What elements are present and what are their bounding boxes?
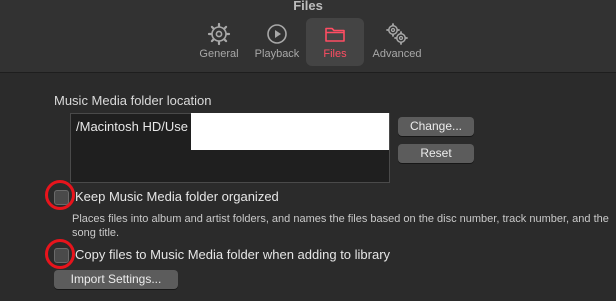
folder-icon: [325, 27, 345, 42]
redacted-area: [191, 113, 389, 150]
gear-icon: [207, 22, 231, 46]
files-pane: Music Media folder location /Macintosh H…: [0, 73, 616, 301]
play-circle-icon: [267, 24, 287, 44]
import-settings-button[interactable]: Import Settings...: [54, 270, 178, 289]
copy-files-label[interactable]: Copy files to Music Media folder when ad…: [75, 247, 390, 262]
tab-playback-label: Playback: [254, 48, 300, 60]
change-button[interactable]: Change...: [398, 117, 474, 136]
media-folder-path-field: /Macintosh HD/Use: [70, 113, 390, 183]
media-folder-path: /Macintosh HD/Use: [76, 119, 188, 134]
tab-advanced-label: Advanced: [372, 48, 422, 60]
tab-files[interactable]: Files: [306, 18, 364, 66]
tab-general[interactable]: General: [190, 18, 248, 66]
keep-organized-description: Places files into album and artist folde…: [72, 213, 609, 239]
media-folder-location-label: Music Media folder location: [54, 93, 212, 108]
reset-button[interactable]: Reset: [398, 144, 474, 163]
window-title: Files: [293, 0, 323, 13]
keep-organized-label[interactable]: Keep Music Media folder organized: [75, 189, 279, 204]
preferences-toolbar: Files General Playback Files Advanced: [0, 0, 616, 73]
tab-playback[interactable]: Playback: [248, 18, 306, 66]
highlight-circle: [45, 180, 75, 210]
tab-bar: General Playback Files Advanced: [190, 18, 430, 66]
highlight-circle: [45, 239, 75, 269]
tab-advanced[interactable]: Advanced: [364, 18, 430, 66]
tab-general-label: General: [199, 48, 239, 60]
tab-files-label: Files: [323, 48, 347, 60]
gears-icon: [386, 23, 408, 45]
